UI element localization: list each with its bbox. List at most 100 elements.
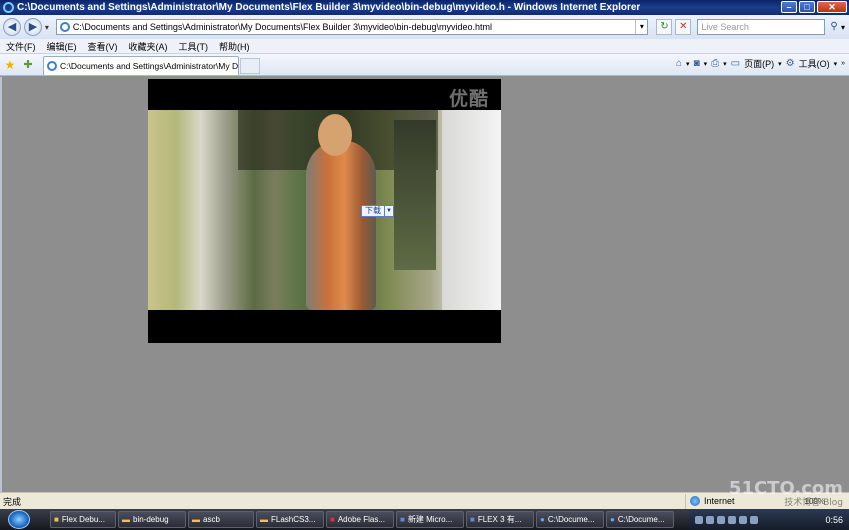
- download-label: 下载: [365, 206, 381, 215]
- feeds-icon[interactable]: ◙: [694, 58, 700, 69]
- tools-menu[interactable]: 工具(O): [799, 57, 830, 70]
- tab-bar: ★ ✚ C:\Documents and Settings\Administra…: [0, 54, 849, 76]
- address-text: C:\Documents and Settings\Administrator\…: [72, 22, 493, 32]
- menu-bar: 文件(F) 编辑(E) 查看(V) 收藏夹(A) 工具(T) 帮助(H): [0, 39, 849, 54]
- add-favorite-icon[interactable]: ✚: [21, 58, 35, 71]
- print-icon[interactable]: ⎙: [711, 58, 719, 69]
- tab-title: C:\Documents and Settings\Administrator\…: [60, 61, 239, 71]
- history-dropdown-icon[interactable]: ▾: [42, 23, 52, 32]
- watermark-main: 51CTO.com: [728, 478, 843, 499]
- menu-edit[interactable]: 编辑(E): [47, 40, 77, 53]
- tray-keyboard-icon[interactable]: [695, 515, 703, 524]
- tab-myvideo[interactable]: C:\Documents and Settings\Administrator\…: [43, 56, 239, 75]
- favorites-star-icon[interactable]: ★: [3, 58, 17, 72]
- video-figure: [306, 140, 376, 310]
- tools-dropdown-icon[interactable]: ▾: [834, 60, 838, 68]
- ie-icon: ●: [610, 515, 615, 524]
- feeds-dropdown-icon[interactable]: ▾: [704, 60, 708, 68]
- title-bar: C:\Documents and Settings\Administrator\…: [0, 0, 849, 15]
- taskbar-item[interactable]: ■ Flex Debu...: [50, 511, 116, 528]
- home-dropdown-icon[interactable]: ▾: [686, 60, 690, 68]
- navigation-bar: ◀ ▶ ▾ C:\Documents and Settings\Administ…: [0, 15, 849, 39]
- menu-help[interactable]: 帮助(H): [219, 40, 250, 53]
- folder-icon: ▬: [192, 515, 200, 524]
- close-button[interactable]: ✕: [817, 1, 847, 13]
- download-dropdown-icon[interactable]: ▼: [384, 206, 393, 216]
- taskbar-item[interactable]: ● C:\Docume...: [606, 511, 674, 528]
- window-title: C:\Documents and Settings\Administrator\…: [17, 2, 641, 13]
- maximize-button[interactable]: □: [799, 1, 815, 13]
- security-zone: Internet: [685, 493, 735, 509]
- taskbar-item-label: Adobe Flas...: [337, 515, 385, 524]
- download-button[interactable]: 下载 ▼: [361, 205, 394, 217]
- home-icon[interactable]: ⌂: [676, 58, 682, 69]
- tray-update-icon[interactable]: [750, 515, 758, 524]
- folder-icon: ▬: [122, 515, 130, 524]
- ie-icon: ●: [540, 515, 545, 524]
- tray-volume-icon[interactable]: [728, 515, 736, 524]
- search-input[interactable]: Live Search: [697, 19, 826, 35]
- taskbar-item-label: C:\Docume...: [617, 515, 665, 524]
- menu-file[interactable]: 文件(F): [6, 40, 36, 53]
- video-door: [394, 120, 436, 270]
- taskbar-item[interactable]: ■ Adobe Flas...: [326, 511, 394, 528]
- system-tray: 0:56: [689, 509, 849, 530]
- app-icon: ■: [54, 515, 59, 524]
- page-dropdown-icon[interactable]: ▾: [778, 60, 782, 68]
- taskbar-item-label: FLEX 3 有...: [477, 515, 522, 524]
- search-icon[interactable]: ⚲: [827, 19, 841, 35]
- page-menu-icon: ▭: [730, 58, 741, 69]
- globe-icon: [690, 496, 700, 506]
- taskbar-buttons: ■ Flex Debu... ▬ bin-debug ▬ ascb ▬ FLashCS3…: [34, 511, 674, 528]
- start-button[interactable]: [8, 510, 30, 529]
- clock[interactable]: 0:56: [825, 515, 843, 525]
- watermark: 51CTO.com 技术博客 Blog: [728, 478, 843, 511]
- stop-button[interactable]: ✕: [675, 19, 692, 35]
- status-text: 完成: [3, 496, 22, 507]
- window-controls: – □ ✕: [781, 1, 847, 13]
- menu-view[interactable]: 查看(V): [88, 40, 118, 53]
- menu-tools[interactable]: 工具(T): [179, 40, 209, 53]
- taskbar-item[interactable]: ▬ ascb: [188, 511, 254, 528]
- address-bar[interactable]: C:\Documents and Settings\Administrator\…: [55, 19, 649, 35]
- taskbar-item-label: FLashCS3...: [271, 515, 316, 524]
- tray-antivirus-icon[interactable]: [717, 515, 725, 524]
- minimize-button[interactable]: –: [781, 1, 797, 13]
- video-player[interactable]: 下载 ▼ 优酷: [148, 79, 501, 343]
- taskbar-item[interactable]: ▬ bin-debug: [118, 511, 186, 528]
- forward-button[interactable]: ▶: [23, 18, 42, 36]
- flash-icon: ■: [330, 515, 335, 524]
- back-button[interactable]: ◀: [3, 18, 21, 36]
- search-dropdown-icon[interactable]: ▾: [841, 23, 849, 32]
- taskbar-item-label: C:\Docume...: [547, 515, 595, 524]
- youku-logo: 优酷: [448, 88, 489, 110]
- more-chevron-icon[interactable]: »: [841, 60, 845, 67]
- video-frame: 下载 ▼: [148, 110, 501, 310]
- taskbar-item[interactable]: ■ 新建 Micro...: [396, 511, 464, 528]
- video-head: [318, 114, 352, 156]
- print-dropdown-icon[interactable]: ▾: [723, 60, 727, 68]
- page-icon: [47, 61, 57, 71]
- new-tab-button[interactable]: [240, 58, 260, 74]
- word-icon: ■: [400, 515, 405, 524]
- command-bar: ⌂ ▾ ◙ ▾ ⎙ ▾ ▭ 页面(P) ▾ ⚙ 工具(O) ▾ »: [676, 57, 845, 70]
- taskbar-item-label: 新建 Micro...: [407, 515, 453, 524]
- status-bar: 完成 Internet 100%: [0, 492, 849, 509]
- tray-security-icon[interactable]: [739, 515, 747, 524]
- taskbar-item-label: ascb: [203, 515, 220, 524]
- taskbar-item[interactable]: ● C:\Docume...: [536, 511, 604, 528]
- video-wall: [442, 110, 501, 310]
- refresh-button[interactable]: ↻: [656, 19, 673, 35]
- page-menu[interactable]: 页面(P): [744, 57, 774, 70]
- address-dropdown-icon[interactable]: ▾: [635, 20, 647, 34]
- menu-favorites[interactable]: 收藏夹(A): [129, 40, 168, 53]
- folder-icon: ▬: [260, 515, 268, 524]
- taskbar-item[interactable]: ▬ FLashCS3...: [256, 511, 324, 528]
- content-border: [0, 77, 2, 492]
- tools-gear-icon: ⚙: [785, 58, 795, 69]
- taskbar-item-label: bin-debug: [133, 515, 169, 524]
- taskbar-item[interactable]: ■ FLEX 3 有...: [466, 511, 534, 528]
- page-icon: [59, 22, 70, 32]
- word-icon: ■: [470, 515, 475, 524]
- tray-network-icon[interactable]: [706, 515, 714, 524]
